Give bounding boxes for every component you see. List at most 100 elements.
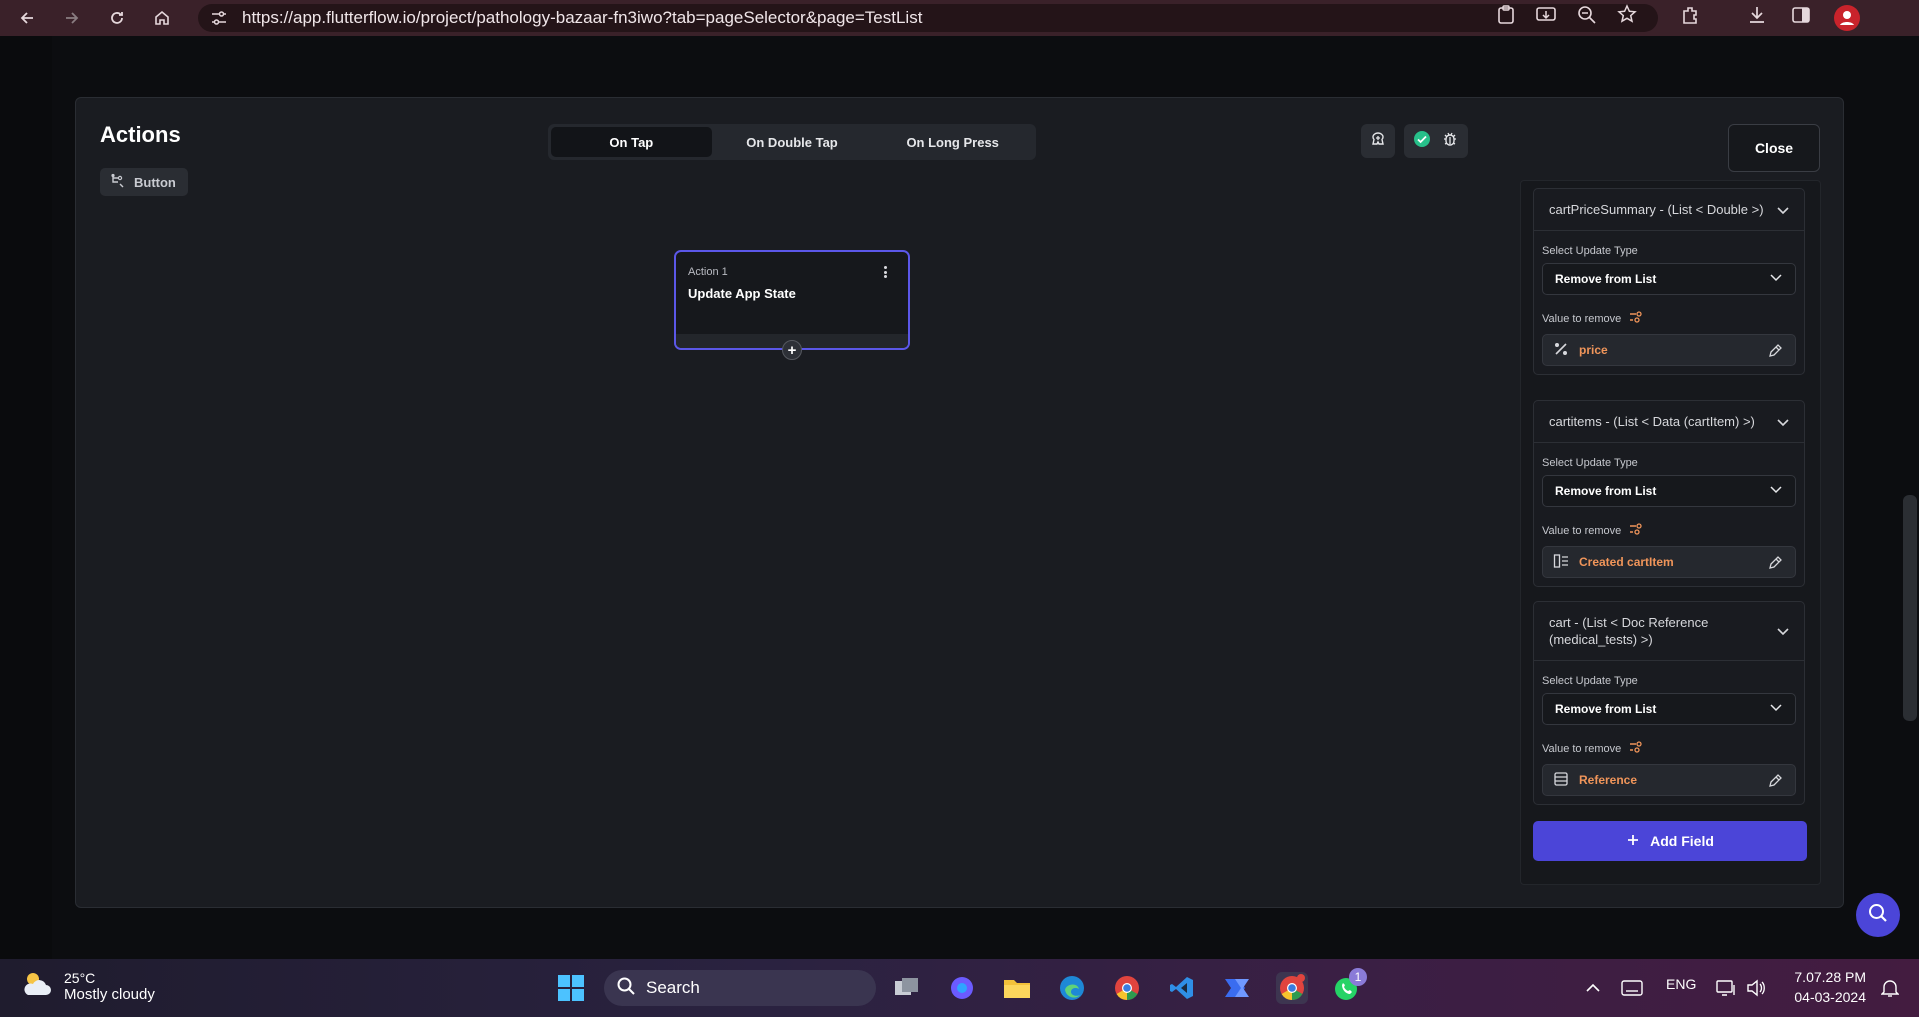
- modal-title: Actions: [100, 122, 181, 147]
- search-fab[interactable]: [1856, 893, 1900, 937]
- edit-icon[interactable]: [1767, 555, 1783, 574]
- chevron-down-icon[interactable]: [1776, 416, 1790, 433]
- chevron-down-icon: [1769, 484, 1783, 498]
- close-button[interactable]: Close: [1728, 124, 1820, 172]
- update-type-value: Remove from List: [1555, 702, 1657, 716]
- variable-settings-icon[interactable]: [1629, 311, 1643, 326]
- notification-bell-icon[interactable]: [1874, 972, 1906, 1004]
- value-label: Value to remove: [1542, 742, 1622, 755]
- add-field-button[interactable]: Add Field: [1533, 821, 1807, 861]
- zoom-icon[interactable]: [1577, 4, 1597, 26]
- page-scrollbar[interactable]: [1903, 495, 1917, 721]
- update-type-select[interactable]: Remove from List: [1542, 263, 1796, 295]
- edit-icon[interactable]: [1767, 343, 1783, 362]
- profile-avatar[interactable]: [1833, 4, 1861, 32]
- field-card: cartPriceSummary - (List < Double >) Sel…: [1533, 188, 1805, 375]
- data-struct-icon: [1553, 553, 1569, 572]
- taskbar-search[interactable]: Search: [604, 970, 876, 1006]
- value-label: Value to remove: [1542, 312, 1622, 325]
- action-node-title: Update App State: [688, 286, 796, 301]
- widget-tree-icon: [110, 173, 126, 192]
- select-type-label: Select Update Type: [1542, 675, 1638, 687]
- chevron-down-icon[interactable]: [1776, 204, 1790, 221]
- update-type-select[interactable]: Remove from List: [1542, 475, 1796, 507]
- edit-icon[interactable]: [1767, 773, 1783, 792]
- value-label: Value to remove: [1542, 524, 1622, 537]
- ai-brain-icon: [1369, 130, 1387, 153]
- bookmark-star-icon[interactable]: [1617, 4, 1637, 26]
- edge-icon[interactable]: [1056, 972, 1088, 1004]
- url-text: https://app.flutterflow.io/project/patho…: [242, 8, 923, 27]
- field-header-text: cart - (List < Doc Reference (medical_te…: [1549, 615, 1709, 647]
- value-label-row: Value to remove: [1542, 311, 1796, 326]
- volume-icon[interactable]: [1740, 972, 1772, 1004]
- network-icon[interactable]: [1710, 972, 1742, 1004]
- windows-start-icon[interactable]: [555, 972, 587, 1004]
- tab-on-long-press[interactable]: On Long Press: [872, 127, 1033, 157]
- ai-action-button[interactable]: [1361, 124, 1395, 158]
- value-text: Reference: [1579, 773, 1638, 787]
- clipboard-icon[interactable]: [1496, 4, 1516, 26]
- more-vert-icon[interactable]: [880, 264, 890, 280]
- weather-condition: Mostly cloudy: [64, 986, 155, 1003]
- cast-icon[interactable]: [1535, 4, 1557, 26]
- downloads-icon[interactable]: [1747, 4, 1767, 26]
- plus-icon: [1626, 833, 1640, 850]
- field-header-text: cartPriceSummary - (List < Double >): [1549, 202, 1764, 217]
- chevron-down-icon: [1769, 702, 1783, 716]
- address-bar[interactable]: https://app.flutterflow.io/project/patho…: [198, 4, 1658, 32]
- home-icon[interactable]: [148, 4, 176, 32]
- task-view-icon[interactable]: [891, 972, 923, 1004]
- back-icon[interactable]: [13, 4, 41, 32]
- power-automate-icon[interactable]: [1221, 972, 1253, 1004]
- tab-on-tap[interactable]: On Tap: [551, 127, 712, 157]
- touch-keyboard-icon[interactable]: [1616, 972, 1648, 1004]
- taskbar: 25°C Mostly cloudy Search 1 ENG 7.07.28 …: [0, 959, 1919, 1017]
- chrome-active-icon[interactable]: [1276, 972, 1308, 1004]
- update-type-select[interactable]: Remove from List: [1542, 693, 1796, 725]
- tab-on-double-tap[interactable]: On Double Tap: [712, 127, 873, 157]
- field-header-text: cartitems - (List < Data (cartItem) >): [1549, 414, 1755, 429]
- forward-icon[interactable]: [58, 4, 86, 32]
- chevron-down-icon: [1769, 272, 1783, 286]
- weather-widget[interactable]: 25°C Mostly cloudy: [20, 969, 155, 1004]
- file-explorer-icon[interactable]: [1001, 972, 1033, 1004]
- tray-chevron-up-icon[interactable]: [1577, 972, 1609, 1004]
- database-icon: [1553, 771, 1569, 790]
- value-to-remove[interactable]: Created cartItem: [1542, 546, 1796, 578]
- variable-settings-icon[interactable]: [1629, 523, 1643, 538]
- actions-modal: Actions Button On Tap On Double Tap On L…: [75, 97, 1844, 908]
- percent-icon: [1553, 341, 1569, 360]
- reload-icon[interactable]: [103, 4, 131, 32]
- value-to-remove[interactable]: price: [1542, 334, 1796, 366]
- copilot-icon[interactable]: [946, 972, 978, 1004]
- system-clock[interactable]: 7.07.28 PM 04-03-2024: [1782, 967, 1866, 1007]
- bug-icon[interactable]: [1441, 130, 1459, 153]
- extensions-icon[interactable]: [1680, 4, 1702, 26]
- chrome-icon[interactable]: [1111, 972, 1143, 1004]
- add-action-button[interactable]: +: [782, 340, 802, 360]
- weather-temp: 25°C: [64, 970, 96, 986]
- browser-toolbar: https://app.flutterflow.io/project/patho…: [0, 0, 1919, 36]
- side-panel-icon[interactable]: [1791, 4, 1811, 26]
- field-header[interactable]: cartitems - (List < Data (cartItem) >): [1534, 401, 1804, 443]
- action-node-label: Action 1: [688, 266, 728, 278]
- language-indicator[interactable]: ENG: [1666, 976, 1696, 992]
- field-header[interactable]: cartPriceSummary - (List < Double >): [1534, 189, 1804, 231]
- clock-time: 7.07.28 PM: [1794, 969, 1866, 985]
- select-type-label: Select Update Type: [1542, 245, 1638, 257]
- add-field-label: Add Field: [1650, 833, 1714, 849]
- value-to-remove[interactable]: Reference: [1542, 764, 1796, 796]
- chevron-down-icon[interactable]: [1776, 625, 1790, 642]
- widget-chip-label: Button: [134, 174, 176, 190]
- search-icon: [616, 976, 636, 1001]
- search-icon: [1866, 901, 1890, 930]
- widget-chip[interactable]: Button: [100, 168, 188, 196]
- site-info-icon[interactable]: [210, 10, 228, 31]
- variable-settings-icon[interactable]: [1629, 741, 1643, 756]
- check-circle-icon[interactable]: [1413, 130, 1431, 153]
- action-node[interactable]: Action 1 Update App State: [674, 250, 910, 350]
- field-header[interactable]: cart - (List < Doc Reference (medical_te…: [1534, 602, 1804, 661]
- vscode-icon[interactable]: [1166, 972, 1198, 1004]
- trigger-tabs: On Tap On Double Tap On Long Press: [548, 124, 1036, 160]
